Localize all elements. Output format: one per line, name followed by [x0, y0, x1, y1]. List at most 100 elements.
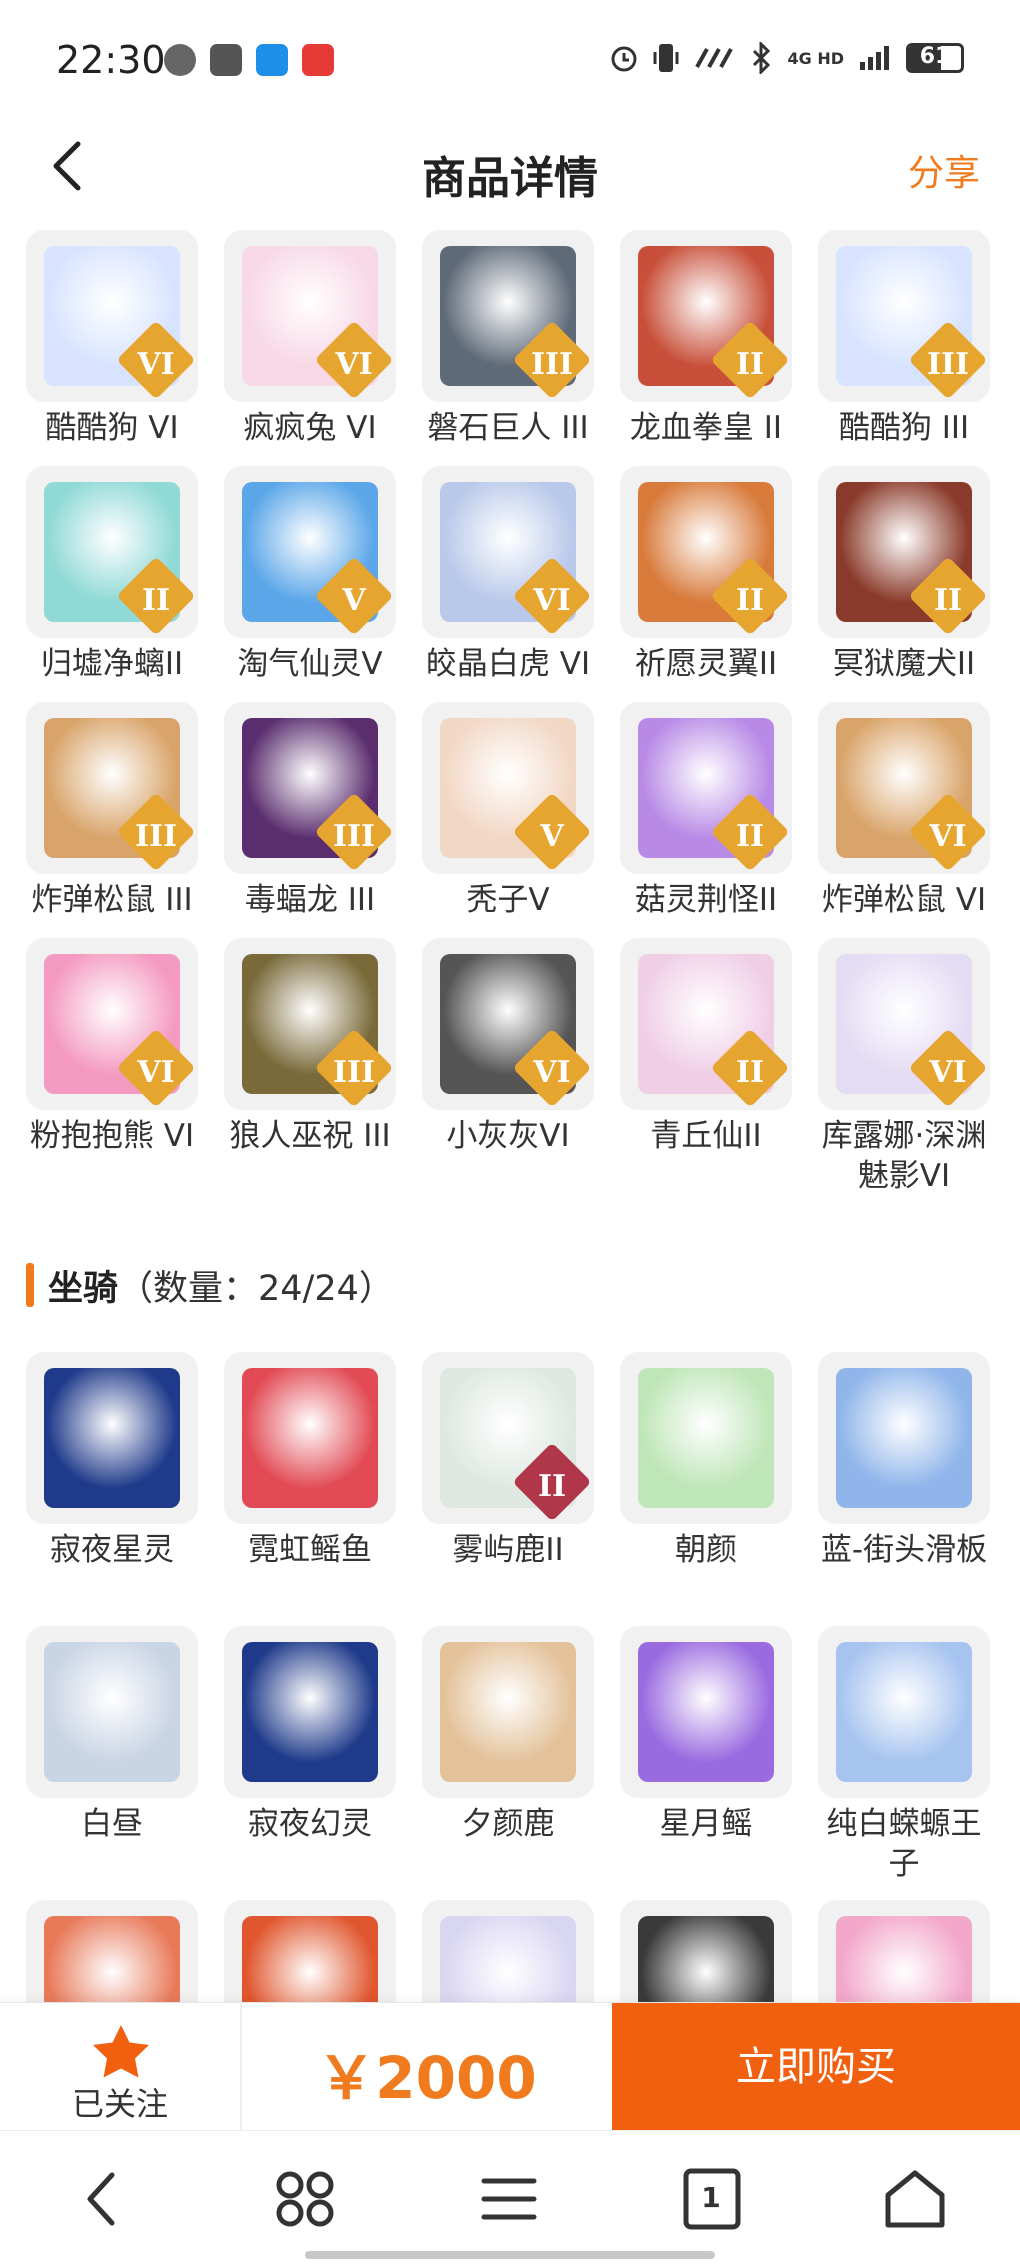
- nav-apps-icon[interactable]: [270, 2167, 340, 2231]
- item-thumbnail: VI: [26, 230, 198, 402]
- item-name: 纯白蝾螈王子: [826, 1806, 982, 1882]
- item-name: 龙血拳皇 II: [629, 410, 783, 446]
- follow-button[interactable]: 已关注: [0, 2003, 242, 2131]
- battery-level: 61: [919, 44, 951, 69]
- item-card[interactable]: 蓝-街头滑板: [818, 1352, 990, 1570]
- item-name: 寂夜星灵: [50, 1532, 174, 1568]
- item-thumbnail: [224, 1352, 396, 1524]
- item-card[interactable]: 朝颜: [620, 1352, 792, 1570]
- item-thumbnail: [620, 1352, 792, 1524]
- item-card[interactable]: 霓虹鳐鱼: [224, 1352, 396, 1570]
- status-time: 22:30: [56, 38, 166, 82]
- home-indicator[interactable]: [305, 2251, 715, 2259]
- item-card[interactable]: 星月鳐: [620, 1626, 792, 1844]
- item-name: 归墟净螭II: [40, 646, 184, 682]
- item-card[interactable]: III 毒蝠龙 III: [224, 702, 396, 920]
- item-name: 秃子V: [466, 882, 550, 918]
- item-card[interactable]: VI 小灰灰VI: [422, 938, 594, 1156]
- item-image: [638, 1368, 774, 1508]
- item-card[interactable]: II 青丘仙II: [620, 938, 792, 1156]
- grade-badge-label: VI: [929, 819, 967, 854]
- item-image: [242, 1642, 378, 1782]
- item-card[interactable]: III 酷酷狗 III: [818, 230, 990, 448]
- item-thumbnail: V: [224, 466, 396, 638]
- star-icon: [93, 2025, 149, 2078]
- item-card[interactable]: II 归墟净螭II: [26, 466, 198, 684]
- grade-badge-label: III: [926, 347, 970, 382]
- item-thumbnail: [26, 1626, 198, 1798]
- item-card[interactable]: 白昼: [26, 1626, 198, 1844]
- item-card[interactable]: VI 库露娜·深渊魅影VI: [818, 938, 990, 1196]
- item-thumbnail: [818, 1352, 990, 1524]
- buy-now-button[interactable]: 立即购买: [612, 2003, 1020, 2131]
- item-card[interactable]: III 炸弹松鼠 III: [26, 702, 198, 920]
- grade-badge-label: II: [141, 583, 171, 618]
- item-name: 白昼: [81, 1806, 143, 1842]
- share-button[interactable]: 分享: [908, 144, 980, 196]
- item-thumbnail: II: [620, 466, 792, 638]
- item-name: 炸弹松鼠 VI: [821, 882, 987, 918]
- notification-icons: [164, 44, 334, 76]
- item-name: 雾屿鹿II: [452, 1532, 564, 1568]
- item-card[interactable]: VI 皎晶白虎 VI: [422, 466, 594, 684]
- item-thumbnail: V: [422, 702, 594, 874]
- item-thumbnail: VI: [818, 938, 990, 1110]
- item-image: [440, 1642, 576, 1782]
- item-card[interactable]: III 狼人巫祝 III: [224, 938, 396, 1156]
- item-thumbnail: III: [422, 230, 594, 402]
- item-card[interactable]: V 秃子V: [422, 702, 594, 920]
- item-card[interactable]: VI 粉抱抱熊 VI: [26, 938, 198, 1156]
- nav-tabs-button[interactable]: 1: [676, 2167, 746, 2231]
- item-card[interactable]: II 冥狱魔犬II: [818, 466, 990, 684]
- item-image: [242, 1368, 378, 1508]
- nav-home-icon[interactable]: [880, 2167, 950, 2231]
- grade-badge-label: VI: [137, 347, 175, 382]
- item-card[interactable]: VI 酷酷狗 VI: [26, 230, 198, 448]
- alarm-icon: [611, 46, 637, 72]
- item-card[interactable]: 寂夜幻灵: [224, 1626, 396, 1844]
- item-name: 粉抱抱熊 VI: [29, 1118, 195, 1154]
- item-card[interactable]: III 磐石巨人 III: [422, 230, 594, 448]
- nav-back-icon[interactable]: [68, 2167, 138, 2231]
- item-card[interactable]: II 龙血拳皇 II: [620, 230, 792, 448]
- navigation-bar: 1: [0, 2130, 1020, 2267]
- section-count: （数量：24/24）: [118, 1268, 394, 1309]
- item-thumbnail: [26, 1352, 198, 1524]
- item-name: 冥狱魔犬II: [832, 646, 976, 682]
- item-card[interactable]: II 菇灵荆怪II: [620, 702, 792, 920]
- item-thumbnail: [224, 1626, 396, 1798]
- status-bar: 22:30 4G HD 61: [0, 0, 1020, 120]
- nav-menu-icon[interactable]: [474, 2167, 544, 2231]
- item-name: 霓虹鳐鱼: [248, 1532, 372, 1568]
- item-name: 夕颜鹿: [461, 1806, 555, 1842]
- grade-badge-label: III: [332, 819, 376, 854]
- item-card[interactable]: 寂夜星灵: [26, 1352, 198, 1570]
- grade-badge-label: III: [332, 1055, 376, 1090]
- item-name: 寂夜幻灵: [248, 1806, 372, 1842]
- item-card[interactable]: II 雾屿鹿II: [422, 1352, 594, 1570]
- item-card[interactable]: V 淘气仙灵V: [224, 466, 396, 684]
- grade-badge-label: II: [537, 1469, 567, 1504]
- header: 商品详情 分享: [0, 120, 1020, 220]
- item-thumbnail: III: [818, 230, 990, 402]
- grade-badge-label: III: [134, 819, 178, 854]
- item-name: 朝颜: [675, 1532, 737, 1568]
- item-card[interactable]: VI 疯疯兔 VI: [224, 230, 396, 448]
- item-name: 库露娜·深渊魅影VI: [821, 1118, 987, 1194]
- item-card[interactable]: VI 炸弹松鼠 VI: [818, 702, 990, 920]
- item-name: 炸弹松鼠 III: [31, 882, 193, 918]
- network-label: 4G HD: [787, 48, 844, 68]
- item-thumbnail: VI: [422, 466, 594, 638]
- item-card[interactable]: 纯白蝾螈王子: [818, 1626, 990, 1884]
- item-name: 疯疯兔 VI: [243, 410, 377, 446]
- item-image: [638, 1642, 774, 1782]
- item-name: 青丘仙II: [650, 1118, 762, 1154]
- item-name: 狼人巫祝 III: [229, 1118, 391, 1154]
- item-card[interactable]: II 祈愿灵翼II: [620, 466, 792, 684]
- grade-badge-label: II: [735, 1055, 765, 1090]
- item-thumbnail: VI: [26, 938, 198, 1110]
- browser-notification-icon: [256, 44, 288, 76]
- grade-badge-label: VI: [533, 583, 571, 618]
- grade-badge-label: II: [735, 819, 765, 854]
- item-card[interactable]: 夕颜鹿: [422, 1626, 594, 1844]
